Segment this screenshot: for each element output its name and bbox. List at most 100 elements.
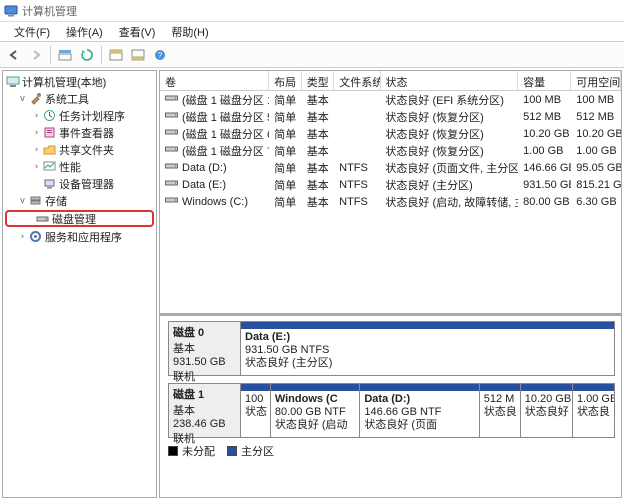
volume-layout: 简单 [269, 109, 301, 125]
disk-info: 磁盘 1 基本 238.46 GB 联机 [169, 384, 241, 437]
volume-status: 状态良好 (恢复分区) [380, 109, 518, 125]
tree-label: 服务和应用程序 [45, 229, 122, 245]
tree-event-viewer[interactable]: › 事件查看器 [3, 124, 156, 141]
volume-type: 基本 [302, 177, 334, 193]
volume-row[interactable]: (磁盘 1 磁盘分区 6)简单基本状态良好 (恢复分区)10.20 GB10.2… [160, 125, 621, 142]
twisty-icon[interactable]: v [17, 196, 28, 206]
twisty-icon[interactable]: › [31, 162, 42, 172]
share-icon [42, 142, 57, 157]
volume-status: 状态良好 (EFI 系统分区) [380, 92, 518, 108]
volume-row[interactable]: Data (E:)简单基本NTFS状态良好 (主分区)931.50 GB815.… [160, 176, 621, 193]
partition-color-bar [241, 384, 270, 391]
volume-row[interactable]: Windows (C:)简单基本NTFS状态良好 (启动, 故障转储, 主分区)… [160, 193, 621, 210]
col-layout[interactable]: 布局 [269, 71, 302, 90]
partition[interactable]: Data (D:)146.66 GB NTF状态良好 (页面 [360, 384, 479, 437]
help-button[interactable]: ? [150, 45, 170, 65]
disk-partitions: Data (E:)931.50 GB NTFS状态良好 (主分区) [241, 322, 614, 375]
volume-cap: 100 MB [518, 94, 571, 106]
partition-status: 状态良好 [525, 406, 568, 419]
col-free[interactable]: 可用空间 [571, 71, 621, 90]
volume-fs: NTFS [334, 196, 380, 208]
view-top-button[interactable] [106, 45, 126, 65]
tree-device-manager[interactable]: 设备管理器 [3, 175, 156, 192]
disk-title: 磁盘 1 [173, 386, 236, 402]
col-status[interactable]: 状态 [381, 71, 519, 90]
view-details-button[interactable] [55, 45, 75, 65]
twisty-icon[interactable]: › [31, 145, 42, 155]
disk-row-0[interactable]: 磁盘 0 基本 931.50 GB 联机 Data (E:)931.50 GB … [168, 321, 615, 376]
partition-color-bar [521, 384, 572, 391]
volume-free: 100 MB [571, 94, 621, 106]
tree-label: 设备管理器 [59, 176, 114, 192]
volume-status: 状态良好 (主分区) [380, 177, 518, 193]
volume-cap: 10.20 GB [518, 128, 571, 140]
menu-help[interactable]: 帮助(H) [163, 22, 216, 42]
drive-icon [165, 178, 178, 191]
drive-icon [165, 195, 178, 208]
tree-label: 事件查看器 [59, 125, 114, 141]
volume-free: 1.00 GB [571, 145, 621, 157]
volume-type: 基本 [302, 126, 334, 142]
twisty-icon[interactable]: › [31, 128, 42, 138]
disk-state: 联机 [173, 368, 236, 384]
refresh-button[interactable] [77, 45, 97, 65]
volume-row[interactable]: Data (D:)简单基本NTFS状态良好 (页面文件, 主分区)146.66 … [160, 159, 621, 176]
col-volume[interactable]: 卷 [160, 71, 269, 90]
tree: 计算机管理(本地) v 系统工具 › 任务计划程序 › 事件查看器 › 共享文件 [3, 71, 156, 247]
twisty-icon[interactable]: › [17, 232, 28, 242]
tree-system-tools[interactable]: v 系统工具 [3, 90, 156, 107]
volume-free: 512 MB [571, 111, 621, 123]
twisty-icon[interactable]: › [31, 111, 42, 121]
tree-root[interactable]: 计算机管理(本地) [3, 73, 156, 90]
tree-pane[interactable]: 计算机管理(本地) v 系统工具 › 任务计划程序 › 事件查看器 › 共享文件 [2, 70, 157, 498]
tree-disk-management[interactable]: 磁盘管理 [5, 210, 154, 227]
partition[interactable]: 512 M状态良 [480, 384, 521, 437]
col-type[interactable]: 类型 [302, 71, 335, 90]
tree-services[interactable]: › 服务和应用程序 [3, 228, 156, 245]
graphical-disk-pane[interactable]: 磁盘 0 基本 931.50 GB 联机 Data (E:)931.50 GB … [160, 316, 621, 497]
drive-icon [165, 144, 178, 157]
disk-row-1[interactable]: 磁盘 1 基本 238.46 GB 联机 100状态Windows (C80.0… [168, 383, 615, 438]
partition[interactable]: 100状态 [241, 384, 271, 437]
nav-fwd-button[interactable] [26, 45, 46, 65]
tree-shared-folders[interactable]: › 共享文件夹 [3, 141, 156, 158]
partition[interactable]: Data (E:)931.50 GB NTFS状态良好 (主分区) [241, 322, 614, 375]
volume-name: Data (E:) [182, 179, 226, 191]
volume-layout: 简单 [269, 92, 301, 108]
col-cap[interactable]: 容量 [518, 71, 571, 90]
partition[interactable]: 1.00 GB状态良 [573, 384, 614, 437]
nav-back-button[interactable] [4, 45, 24, 65]
volume-layout: 简单 [269, 126, 301, 142]
volume-row[interactable]: (磁盘 1 磁盘分区 1)简单基本状态良好 (EFI 系统分区)100 MB10… [160, 91, 621, 108]
tree-label: 性能 [59, 159, 81, 175]
tree-label: 任务计划程序 [59, 108, 125, 124]
partition-size: 100 [245, 393, 266, 406]
tree-performance[interactable]: › 性能 [3, 158, 156, 175]
menu-view[interactable]: 查看(V) [111, 22, 164, 42]
svg-text:?: ? [158, 51, 163, 60]
volume-cap: 931.50 GB [518, 179, 571, 191]
volumes-body[interactable]: (磁盘 1 磁盘分区 1)简单基本状态良好 (EFI 系统分区)100 MB10… [160, 91, 621, 313]
volume-layout: 简单 [269, 143, 301, 159]
volume-row[interactable]: (磁盘 1 磁盘分区 7)简单基本状态良好 (恢复分区)1.00 GB1.00 … [160, 142, 621, 159]
volume-row[interactable]: (磁盘 1 磁盘分区 5)简单基本状态良好 (恢复分区)512 MB512 MB [160, 108, 621, 125]
partition-color-bar [480, 384, 520, 391]
partition-name: Data (D:) [364, 393, 474, 406]
disk-partitions: 100状态Windows (C80.00 GB NTF状态良好 (启动Data … [241, 384, 614, 437]
partition-status: 状态 [245, 406, 266, 419]
twisty-icon[interactable]: v [17, 94, 28, 104]
volume-cap: 1.00 GB [518, 145, 571, 157]
partition-color-bar [360, 384, 478, 391]
volumes-list: 卷 布局 类型 文件系统 状态 容量 可用空间 (磁盘 1 磁盘分区 1)简单基… [160, 71, 621, 316]
col-fs[interactable]: 文件系统 [334, 71, 380, 90]
partition[interactable]: Windows (C80.00 GB NTF状态良好 (启动 [271, 384, 361, 437]
tree-storage[interactable]: v 存储 [3, 192, 156, 209]
partition[interactable]: 10.20 GB状态良好 [521, 384, 573, 437]
menu-file[interactable]: 文件(F) [6, 22, 58, 42]
menu-action[interactable]: 操作(A) [58, 22, 111, 42]
volume-name: Windows (C:) [182, 196, 248, 208]
volume-status: 状态良好 (启动, 故障转储, 主分区) [380, 194, 518, 210]
tree-task-scheduler[interactable]: › 任务计划程序 [3, 107, 156, 124]
view-bottom-button[interactable] [128, 45, 148, 65]
menu-bar: 文件(F) 操作(A) 查看(V) 帮助(H) [0, 22, 624, 42]
